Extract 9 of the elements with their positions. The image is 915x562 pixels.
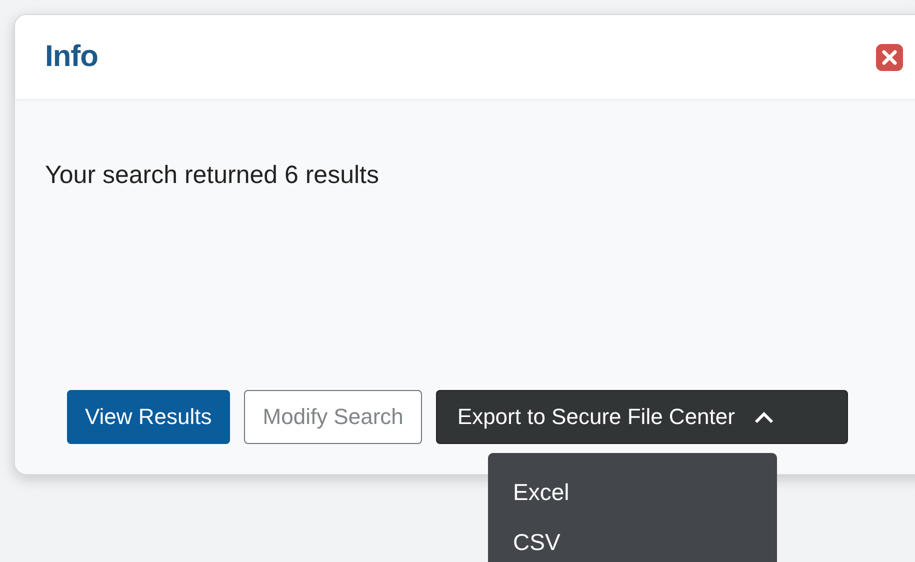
dialog-title: Info (45, 40, 99, 74)
view-results-button[interactable]: View Results (67, 390, 230, 444)
modify-search-button[interactable]: Modify Search (244, 390, 422, 444)
menu-item[interactable]: CSV (488, 517, 777, 562)
menu-item[interactable]: Excel (488, 467, 777, 517)
caret-icon (752, 410, 775, 424)
export-dropdown-button[interactable]: Export to Secure File Center (436, 390, 848, 444)
result-message: Your search returned 6 results (45, 161, 380, 190)
close-icon[interactable] (876, 44, 903, 70)
